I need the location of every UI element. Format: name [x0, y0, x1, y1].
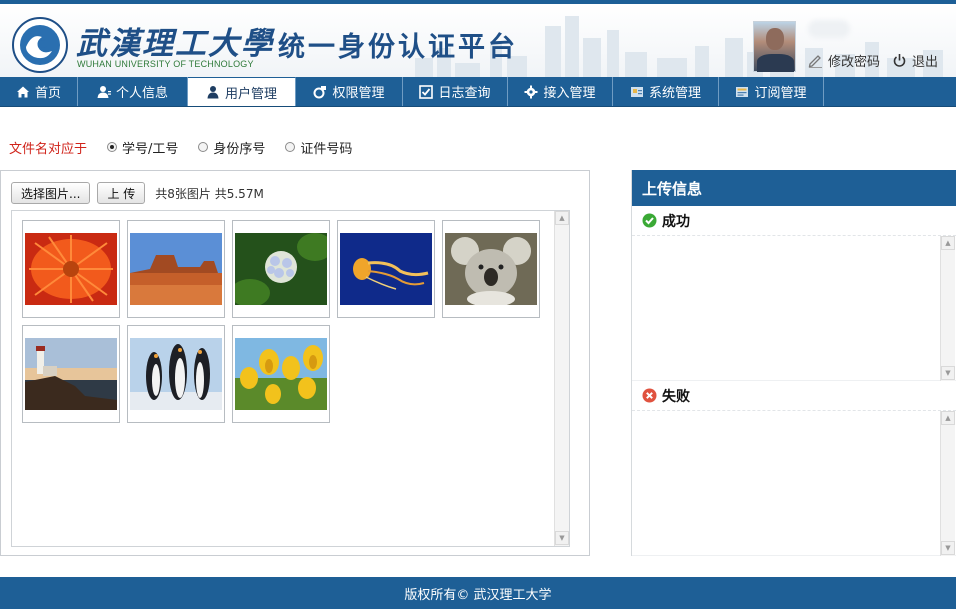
nav-item-label: 个人信息 [115, 86, 168, 101]
nav-item-home[interactable]: 首页 [0, 77, 78, 106]
thumbnail-lighthouse[interactable] [22, 325, 120, 423]
scroll-up-arrow[interactable]: ▲ [941, 411, 955, 425]
university-name-en: WUHAN UNIVERSITY OF TECHNOLOGY [77, 59, 254, 69]
thumbnail-hydrangeas[interactable] [232, 220, 330, 318]
filename-option-row: 文件名对应于 学号/工号 身份序号 证件号码 [9, 137, 372, 157]
pencil-icon [808, 55, 822, 68]
nav-item-user-management[interactable]: 用户管理 [188, 77, 296, 106]
permission-icon [313, 85, 327, 98]
nav-item-log-query[interactable]: 日志查询 [403, 77, 508, 106]
desert-image [130, 233, 222, 305]
radio-student-id[interactable]: 学号/工号 [107, 138, 178, 157]
scroll-up-arrow[interactable]: ▲ [555, 211, 569, 225]
system-icon [630, 86, 643, 97]
select-images-button[interactable]: 选择图片... [11, 182, 91, 204]
nav-item-label: 接入管理 [543, 86, 596, 101]
university-logo [12, 17, 68, 73]
logout-button[interactable]: 退出 [892, 51, 938, 70]
image-list-area: ▲ ▼ [11, 210, 570, 547]
person-icon [97, 85, 111, 98]
change-password-label: 修改密码 [828, 55, 881, 70]
fail-label: 失败 [662, 388, 690, 405]
upload-info-panel: 上传信息 成功 ▲ ▼ 失败 ▲ ▼ [631, 170, 956, 556]
radio-identity-serial[interactable]: 身份序号 [198, 138, 265, 157]
lighthouse-image [25, 338, 117, 410]
koala-image [445, 233, 537, 305]
logout-label: 退出 [912, 55, 939, 70]
chrysanthemum-image [25, 233, 117, 305]
success-label: 成功 [662, 213, 690, 230]
nav-item-label: 日志查询 [438, 86, 491, 101]
radio-button[interactable] [285, 142, 296, 152]
nav-item-access-management[interactable]: 接入管理 [508, 77, 613, 106]
radio-label: 证件号码 [300, 141, 353, 157]
radio-certificate-number[interactable]: 证件号码 [285, 138, 352, 157]
blurred-username [808, 20, 850, 38]
system-title: 统一身份认证平台 [278, 32, 518, 63]
nav-item-label: 用户管理 [224, 86, 277, 102]
nav-item-label: 首页 [34, 86, 61, 101]
nav-item-personal-info[interactable]: 个人信息 [78, 77, 188, 106]
main-nav: 首页 个人信息 用户管理 权限管理 日志查询 接入管理 系统管理 订阅管理 [0, 77, 956, 107]
user-icon [207, 86, 219, 99]
university-name-cn: 武漢理工大學 [76, 26, 274, 62]
success-check-icon [642, 213, 657, 228]
upload-summary: 共8张图片 共5.57M [155, 186, 264, 201]
fail-x-icon [642, 388, 657, 403]
radio-label: 学号/工号 [122, 141, 179, 157]
jellyfish-image [340, 233, 432, 305]
scroll-down-arrow[interactable]: ▼ [941, 366, 955, 380]
nav-item-subscription-management[interactable]: 订阅管理 [719, 77, 824, 106]
scroll-up-arrow[interactable]: ▲ [941, 236, 955, 250]
radio-label: 身份序号 [213, 141, 266, 157]
subscribe-icon [736, 86, 749, 97]
header: 武漢理工大學 WUHAN UNIVERSITY OF TECHNOLOGY 统一… [0, 0, 956, 77]
radio-button-selected[interactable] [107, 142, 118, 152]
success-list: ▲ ▼ [632, 236, 956, 381]
nav-item-label: 订阅管理 [754, 86, 807, 101]
upload-toolbar: 选择图片... 上 传 共8张图片 共5.57M [11, 182, 264, 204]
tulips-image [235, 338, 327, 410]
header-actions: 修改密码 退出 [808, 51, 938, 70]
power-icon [893, 54, 906, 67]
gear-icon [524, 85, 538, 98]
fail-list-scrollbar[interactable]: ▲ ▼ [940, 411, 955, 556]
thumbnail-chrysanthemum[interactable] [22, 220, 120, 318]
upload-panel: 选择图片... 上 传 共8张图片 共5.57M ▲ ▼ [0, 170, 590, 556]
radio-button[interactable] [198, 142, 209, 152]
thumbnail-jellyfish[interactable] [337, 220, 435, 318]
upload-info-title: 上传信息 [632, 170, 956, 206]
hydrangeas-image [235, 233, 327, 305]
change-password-button[interactable]: 修改密码 [808, 51, 880, 70]
copyright-text: 版权所有© 武汉理工大学 [404, 587, 552, 603]
nav-item-label: 权限管理 [332, 86, 385, 101]
success-list-scrollbar[interactable]: ▲ ▼ [940, 236, 955, 381]
log-icon [419, 84, 434, 99]
image-list-scrollbar[interactable]: ▲ ▼ [554, 211, 569, 546]
thumbnail-koala[interactable] [442, 220, 540, 318]
nav-item-permission-management[interactable]: 权限管理 [296, 77, 403, 106]
penguins-image [130, 338, 222, 410]
nav-item-system-management[interactable]: 系统管理 [613, 77, 719, 106]
fail-list: ▲ ▼ [632, 411, 956, 556]
thumbnail-tulips[interactable] [232, 325, 330, 423]
success-section-header: 成功 [632, 206, 956, 236]
upload-button[interactable]: 上 传 [97, 182, 146, 204]
nav-item-label: 系统管理 [648, 86, 701, 101]
thumbnail-desert[interactable] [127, 220, 225, 318]
fail-section-header: 失败 [632, 381, 956, 411]
home-icon [16, 86, 29, 97]
scroll-down-arrow[interactable]: ▼ [555, 531, 569, 545]
footer: 版权所有© 武汉理工大学 [0, 577, 956, 609]
thumbnail-penguins[interactable] [127, 325, 225, 423]
filename-option-label: 文件名对应于 [9, 141, 88, 157]
avatar[interactable] [753, 21, 796, 72]
scroll-down-arrow[interactable]: ▼ [941, 541, 955, 555]
